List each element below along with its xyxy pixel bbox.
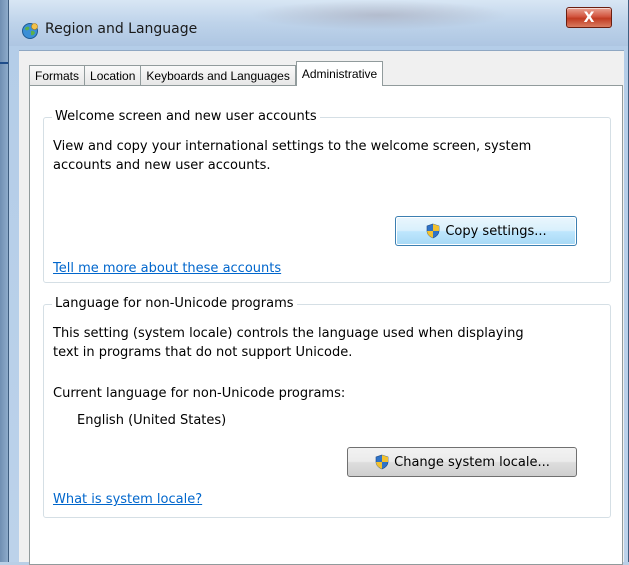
welcome-description-line2: accounts and new user accounts. [53, 158, 271, 173]
welcome-screen-group: Welcome screen and new user accounts Vie… [43, 109, 611, 283]
welcome-description-line1: View and copy your international setting… [53, 139, 532, 154]
administrative-panel: Welcome screen and new user accounts Vie… [29, 85, 623, 565]
what-is-system-locale-link[interactable]: What is system locale? [53, 492, 202, 507]
locale-description-line2: text in programs that do not support Uni… [53, 345, 353, 360]
tab-formats[interactable]: Formats [29, 65, 86, 86]
uac-shield-icon [425, 223, 441, 239]
copy-settings-label: Copy settings... [445, 223, 547, 239]
tab-administrative[interactable]: Administrative [295, 61, 384, 86]
globe-icon [21, 22, 39, 40]
current-language-label: Current language for non-Unicode program… [53, 386, 346, 401]
close-icon: X [583, 9, 595, 26]
tell-me-more-link[interactable]: Tell me more about these accounts [53, 261, 281, 276]
dialog-client-area: Formats Location Keyboards and Languages… [19, 50, 624, 565]
change-system-locale-label: Change system locale... [394, 454, 550, 470]
uac-shield-icon [374, 454, 390, 470]
title-bar[interactable]: Region and Language X [9, 0, 628, 46]
group-legend-non-unicode: Language for non-Unicode programs [52, 296, 297, 311]
locale-description-line1: This setting (system locale) controls th… [53, 326, 524, 341]
tab-strip: Formats Location Keyboards and Languages… [29, 61, 384, 86]
current-language-value: English (United States) [77, 413, 227, 428]
close-button[interactable]: X [566, 7, 612, 28]
copy-settings-button[interactable]: Copy settings... [395, 216, 577, 246]
change-system-locale-button[interactable]: Change system locale... [347, 447, 577, 477]
region-language-window: Region and Language X Formats Location K… [8, 0, 629, 565]
tab-keyboards-and-languages[interactable]: Keyboards and Languages [140, 65, 296, 86]
tab-location[interactable]: Location [84, 65, 142, 86]
group-legend-welcome: Welcome screen and new user accounts [52, 109, 320, 124]
window-title: Region and Language [45, 21, 198, 37]
non-unicode-group: Language for non-Unicode programs This s… [43, 296, 611, 518]
